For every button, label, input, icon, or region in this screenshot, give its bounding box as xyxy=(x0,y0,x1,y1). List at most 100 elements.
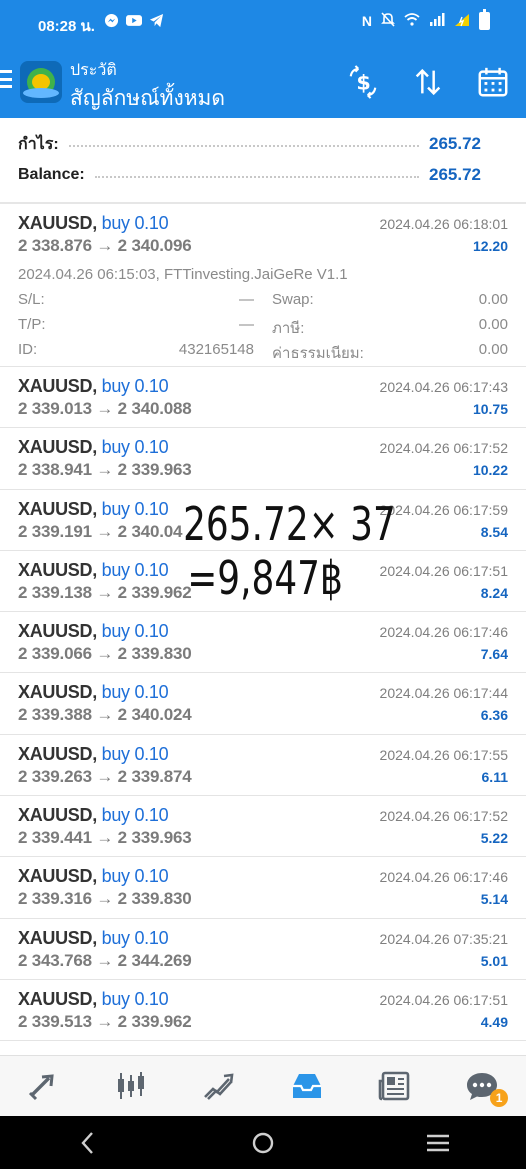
trade-time: 2024.04.26 06:17:46 xyxy=(379,624,508,641)
trade-prices: 2 339.013 → 2 340.088 xyxy=(18,399,192,418)
header-title[interactable]: สัญลักษณ์ทั้งหมด xyxy=(70,82,225,115)
trade-profit: 5.14 xyxy=(480,891,508,908)
trade-time: 2024.04.26 06:17:44 xyxy=(379,685,508,702)
battery-saver-icon xyxy=(454,13,470,30)
currency-filter-icon[interactable]: $ xyxy=(345,64,381,100)
trade-row[interactable]: XAUUSD, buy 0.10 2 339.066 → 2 339.830 202… xyxy=(0,612,526,674)
trade-direction: buy 0.10 xyxy=(101,213,169,233)
trade-time: 2024.04.26 06:17:52 xyxy=(379,440,508,457)
trade-time: 2024.04.26 06:17:52 xyxy=(379,808,508,825)
trade-symbol: XAUUSD, xyxy=(18,866,97,887)
trade-time: 2024.04.26 06:17:55 xyxy=(379,746,508,763)
trade-symbol: XAUUSD, xyxy=(18,498,97,519)
trade-time: 2024.04.26 06:18:01 xyxy=(379,216,508,232)
trade-symbol: XAUUSD, xyxy=(18,988,97,1009)
trade-symbol: XAUUSD, xyxy=(18,213,97,233)
trade-time: 2024.04.26 06:17:43 xyxy=(379,379,508,395)
trade-profit: 6.36 xyxy=(480,707,508,724)
tax-label: ภาษี: xyxy=(272,320,305,337)
trade-row[interactable]: XAUUSD, buy 0.10 2 339.263 → 2 339.874 202… xyxy=(0,735,526,797)
chart-icon[interactable] xyxy=(103,1061,159,1111)
trade-profit: 10.22 xyxy=(472,462,508,479)
trade-row[interactable]: XAUUSD, buy 0.10 2 338.941 → 2 339.963 202… xyxy=(0,428,526,490)
menu-icon[interactable] xyxy=(0,70,12,88)
trade-symbol: XAUUSD, xyxy=(18,805,97,826)
trade-prices: 2 339.263 → 2 339.874 xyxy=(18,766,192,786)
home-icon[interactable] xyxy=(243,1123,283,1163)
quotes-icon[interactable] xyxy=(16,1061,72,1111)
trade-row[interactable]: XAUUSD, buy 0.10 2 339.138 → 2 339.962 202… xyxy=(0,551,526,613)
status-system-icons: N xyxy=(361,9,490,30)
trade-profit: 5.22 xyxy=(480,830,508,847)
trade-profit: 8.54 xyxy=(480,523,508,540)
trade-direction: buy 0.10 xyxy=(101,927,169,948)
trade-symbol: XAUUSD, xyxy=(18,376,97,396)
bottom-nav: 1 xyxy=(0,1055,526,1116)
balance-label: Balance: xyxy=(18,166,85,183)
profit-label: กำไร: xyxy=(18,135,59,153)
nfc-icon: N xyxy=(361,13,372,29)
messages-badge: 1 xyxy=(490,1089,509,1107)
header-subtitle: ประวัติ xyxy=(70,62,117,79)
trade-row[interactable]: XAUUSD, buy 0.10 2 339.013 → 2 340.088 202… xyxy=(0,367,526,429)
balance-row: Balance: 265.72 xyxy=(18,162,481,188)
trade-rows: XAUUSD, buy 0.10 2 339.013 → 2 340.088 202… xyxy=(0,367,526,1042)
trade-time: 2024.04.26 06:17:51 xyxy=(379,562,508,579)
trade-direction: buy 0.10 xyxy=(101,621,169,642)
status-time: 08:28 น. xyxy=(38,18,95,35)
battery-icon xyxy=(479,9,490,30)
trade-time: 2024.04.26 06:17:46 xyxy=(379,869,508,886)
trade-symbol: XAUUSD, xyxy=(18,743,97,764)
trade-row[interactable]: XAUUSD, buy 0.10 2 339.513 → 2 339.962 202… xyxy=(0,980,526,1042)
trade-symbol: XAUUSD, xyxy=(18,682,97,703)
tax-value: 0.00 xyxy=(478,316,508,333)
trade-direction: buy 0.10 xyxy=(101,437,169,458)
trade-row[interactable]: XAUUSD, buy 0.10 2 339.316 → 2 339.830 202… xyxy=(0,857,526,919)
signal-icon xyxy=(429,13,445,29)
trade-profit: 7.64 xyxy=(480,646,508,663)
trade-symbol: XAUUSD, xyxy=(18,621,97,642)
trade-row[interactable]: XAUUSD, buy 0.10 2 339.191 → 2 340.04 2024… xyxy=(0,490,526,551)
app-bar: ประวัติ สัญลักษณ์ทั้งหมด $ xyxy=(0,46,526,118)
messages-icon[interactable]: 1 xyxy=(454,1061,510,1111)
back-icon[interactable] xyxy=(68,1123,108,1163)
trade-icon[interactable] xyxy=(191,1061,247,1111)
tp-value: — xyxy=(239,316,254,333)
trade-symbol: XAUUSD, xyxy=(18,927,97,948)
trade-direction: buy 0.10 xyxy=(101,988,169,1009)
trade-profit: 5.01 xyxy=(480,952,508,969)
calendar-icon[interactable] xyxy=(475,64,511,100)
trade-row[interactable]: XAUUSD, buy 0.10 2 339.441 → 2 339.963 202… xyxy=(0,796,526,858)
telegram-icon xyxy=(149,13,164,31)
trade-prices: 2 339.441 → 2 339.963 xyxy=(18,828,192,848)
youtube-icon xyxy=(126,13,142,31)
news-icon[interactable] xyxy=(366,1061,422,1111)
id-value: 432165148 xyxy=(178,341,254,358)
trade-time: 2024.04.26 06:17:51 xyxy=(379,991,508,1008)
summary-panel: กำไร: 265.72 Balance: 265.72 xyxy=(0,118,526,203)
trade-direction: buy 0.10 xyxy=(101,498,169,519)
trade-prices: 2 339.191 → 2 340.04 xyxy=(18,521,183,541)
trade-prices: 2 338.941 → 2 339.963 xyxy=(18,460,192,480)
trade-row[interactable]: XAUUSD, buy 0.10 2 339.388 → 2 340.024 202… xyxy=(0,673,526,735)
svg-text:$: $ xyxy=(356,71,370,95)
trade-direction: buy 0.10 xyxy=(101,743,169,764)
trade-row[interactable]: XAUUSD, buy 0.10 2 343.768 → 2 344.269 202… xyxy=(0,919,526,980)
trade-prices: 2 338.876 → 2 340.096 xyxy=(18,236,192,255)
status-bar: 08:28 น. N xyxy=(0,0,526,46)
trade-row-expanded[interactable]: XAUUSD, buy 0.10 2 338.876 → 2 340.096 2… xyxy=(0,204,526,367)
trade-profit: 4.49 xyxy=(480,1013,508,1030)
sort-icon[interactable] xyxy=(410,64,446,100)
trade-prices: 2 339.066 → 2 339.830 xyxy=(18,644,192,664)
trade-list: XAUUSD, buy 0.10 2 338.876 → 2 340.096 2… xyxy=(0,204,526,1042)
profit-row: กำไร: 265.72 xyxy=(18,131,481,157)
trade-prices: 2 343.768 → 2 344.269 xyxy=(18,950,192,970)
history-icon[interactable] xyxy=(279,1061,335,1111)
trade-profit: 8.24 xyxy=(480,584,508,601)
swap-value: 0.00 xyxy=(478,291,508,308)
messenger-icon xyxy=(104,13,119,31)
recents-icon[interactable] xyxy=(418,1123,458,1163)
trade-direction: buy 0.10 xyxy=(101,559,169,580)
profit-value: 265.72 xyxy=(429,134,481,153)
trade-direction: buy 0.10 xyxy=(101,682,169,703)
